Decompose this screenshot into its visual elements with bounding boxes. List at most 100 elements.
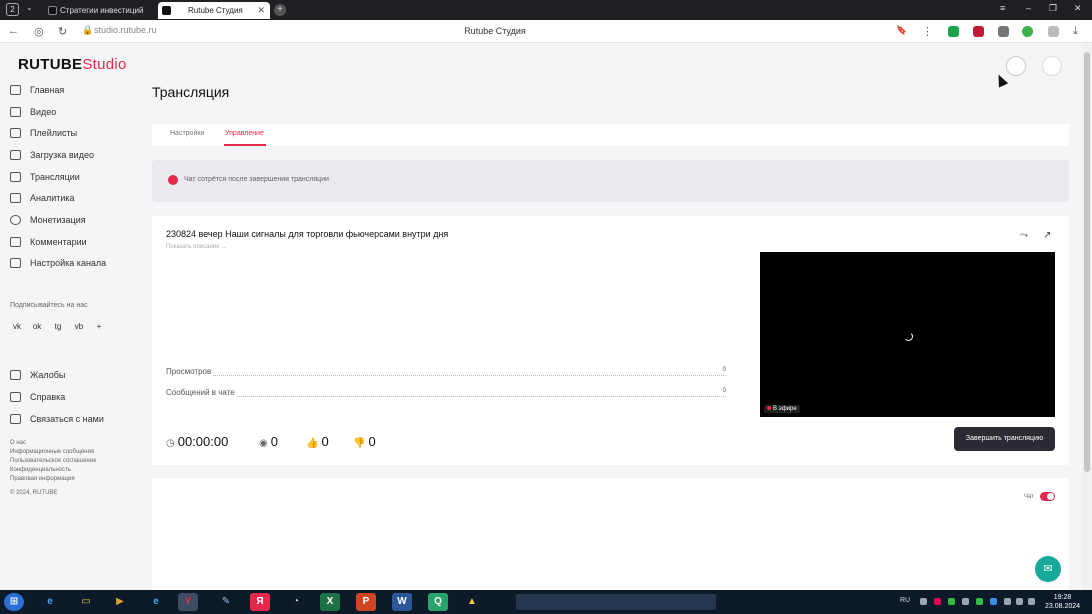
- footer-link-info[interactable]: Информационные сообщения: [10, 449, 94, 455]
- close-tab-icon[interactable]: ✕: [257, 2, 265, 19]
- footer-link-agreement[interactable]: Пользовательское соглашение: [10, 458, 96, 464]
- sidebar-item-home[interactable]: Главная: [10, 82, 64, 98]
- rutube-studio-logo[interactable]: RUTUBEStudio: [18, 56, 127, 73]
- comments-icon: [10, 237, 21, 247]
- screen-extension-icon[interactable]: [998, 26, 1009, 37]
- windows-taskbar: ⊞ e ▭ ▶ e Y ✎ Я ◔ X P W Q ▲ RU 19:28 23.0…: [0, 590, 1092, 614]
- browser-menu-icon[interactable]: ≡: [1000, 3, 1005, 13]
- green-extension-icon[interactable]: [1022, 26, 1033, 37]
- tab-counter[interactable]: 2: [6, 3, 19, 16]
- file-explorer-icon[interactable]: ▭: [76, 593, 96, 611]
- sidebar-item-label: Загрузка видео: [30, 150, 94, 160]
- scrollbar-thumb[interactable]: [1084, 52, 1090, 472]
- tray-icon[interactable]: [976, 598, 983, 605]
- dotted-leader: [166, 375, 726, 376]
- tab-settings[interactable]: Настройки: [170, 130, 204, 137]
- browser-tab-investments[interactable]: Стратегии инвестиций: [44, 2, 150, 19]
- sidebar-item-upload[interactable]: Загрузка видео: [10, 147, 94, 163]
- more-icon[interactable]: ⋮: [922, 25, 933, 38]
- footer-link-legal[interactable]: Правовая информация: [10, 476, 75, 482]
- yandex-protect-icon[interactable]: ◎: [34, 25, 44, 38]
- network-icon[interactable]: [1004, 598, 1011, 605]
- video-extension-icon[interactable]: [973, 26, 984, 37]
- yandex-browser-icon[interactable]: Y: [178, 593, 198, 611]
- chat-panel: Чат: [152, 478, 1069, 590]
- sidebar-item-playlists[interactable]: Плейлисты: [10, 125, 77, 141]
- url-field[interactable]: studio.rutube.ru: [94, 25, 157, 35]
- rutube-favicon-icon: [162, 6, 171, 15]
- media-player-icon[interactable]: ▶: [110, 593, 130, 611]
- start-button[interactable]: ⊞: [4, 593, 24, 611]
- sidebar-item-help[interactable]: Справка: [10, 389, 65, 405]
- sidebar-item-label: Справка: [30, 392, 66, 402]
- sidebar-item-contact[interactable]: Связаться с нами: [10, 411, 104, 427]
- language-indicator[interactable]: RU: [900, 597, 910, 604]
- tray-icon[interactable]: [962, 598, 969, 605]
- end-broadcast-button[interactable]: Завершить трансляцию: [954, 427, 1055, 451]
- show-description-link[interactable]: Показать описание →: [166, 244, 227, 250]
- word-icon[interactable]: W: [392, 593, 412, 611]
- sidebar-item-monetization[interactable]: Монетизация: [10, 212, 86, 228]
- avatar[interactable]: [1042, 56, 1062, 76]
- excel-icon[interactable]: X: [320, 593, 340, 611]
- subscribe-label: Подписывайтесь на нас: [10, 302, 88, 309]
- video-player[interactable]: В эфире: [760, 252, 1055, 417]
- share-icon[interactable]: ⤳: [1020, 230, 1028, 241]
- powerpoint-icon[interactable]: P: [356, 593, 376, 611]
- bookmark-icon[interactable]: 🔖: [896, 25, 907, 36]
- battery-icon[interactable]: [1016, 598, 1023, 605]
- tab-list-chevron-icon[interactable]: ⌄: [26, 3, 33, 12]
- footer-link-privacy[interactable]: Конфиденциальность: [10, 467, 71, 473]
- vk-icon[interactable]: vk: [10, 320, 24, 334]
- odnoklassniki-icon[interactable]: ok: [30, 320, 44, 334]
- browser-tab-rutube-studio[interactable]: Rutube Студия ✕: [158, 2, 270, 19]
- tray-icon[interactable]: [948, 598, 955, 605]
- bluetooth-icon[interactable]: [990, 598, 997, 605]
- volume-icon[interactable]: [1028, 598, 1035, 605]
- taskbar-clock[interactable]: 19:28 23.08.2024: [1045, 593, 1080, 611]
- playlist-icon: [10, 128, 21, 138]
- sidebar-item-analytics[interactable]: Аналитика: [10, 190, 75, 206]
- download-icon[interactable]: ⤓: [1073, 25, 1078, 38]
- create-icon[interactable]: [1006, 56, 1026, 76]
- warning-app-icon[interactable]: ▲: [462, 593, 482, 611]
- telegram-icon[interactable]: tg: [51, 320, 65, 334]
- taskbar-window-preview[interactable]: [516, 594, 716, 610]
- more-social-icon[interactable]: +: [92, 320, 106, 334]
- edge-icon[interactable]: e: [146, 593, 166, 611]
- shield-extension-icon[interactable]: [948, 26, 959, 37]
- stat-value: 0: [720, 388, 726, 394]
- tray-icon[interactable]: [920, 598, 927, 605]
- sidebar-item-label: Жалобы: [30, 370, 66, 380]
- yandex-icon[interactable]: Я: [250, 593, 270, 611]
- footer-link-about[interactable]: О нас: [10, 440, 26, 446]
- stat-label: Сообщений в чате: [166, 388, 237, 397]
- reload-icon[interactable]: ↻: [58, 25, 67, 38]
- ie-icon[interactable]: e: [40, 593, 60, 611]
- notepad-icon[interactable]: ✎: [216, 593, 236, 611]
- tray-icon[interactable]: [934, 598, 941, 605]
- sidebar-item-complaints[interactable]: Жалобы: [10, 367, 65, 383]
- likes-metric: 👍 0: [306, 434, 329, 449]
- sidebar-item-broadcasts[interactable]: Трансляции: [10, 169, 80, 185]
- maximize-window-icon[interactable]: ❐: [1049, 3, 1057, 14]
- clock-icon: ◷: [166, 438, 175, 449]
- sidebar-item-label: Аналитика: [30, 193, 75, 203]
- sidebar-item-channel-settings[interactable]: Настройка канала: [10, 255, 106, 271]
- close-window-icon[interactable]: ✕: [1074, 3, 1082, 14]
- chat-toggle[interactable]: [1040, 492, 1055, 501]
- quik-icon[interactable]: Q: [428, 593, 448, 611]
- support-chat-button[interactable]: ✉: [1035, 556, 1061, 582]
- speed-icon[interactable]: ◔: [286, 593, 306, 611]
- viber-icon[interactable]: vb: [72, 320, 86, 334]
- tab-management[interactable]: Управление: [225, 130, 264, 137]
- extensions-icon[interactable]: [1048, 26, 1059, 37]
- sidebar-item-comments[interactable]: Комментарии: [10, 234, 87, 250]
- open-external-icon[interactable]: ↗: [1043, 230, 1051, 241]
- new-tab-button[interactable]: +: [274, 4, 286, 16]
- dotted-leader: [166, 396, 726, 397]
- sidebar-item-video[interactable]: Видео: [10, 104, 56, 120]
- stat-label: Просмотров: [166, 367, 214, 376]
- minimize-window-icon[interactable]: –: [1026, 3, 1031, 13]
- back-arrow-icon[interactable]: ←: [8, 25, 19, 37]
